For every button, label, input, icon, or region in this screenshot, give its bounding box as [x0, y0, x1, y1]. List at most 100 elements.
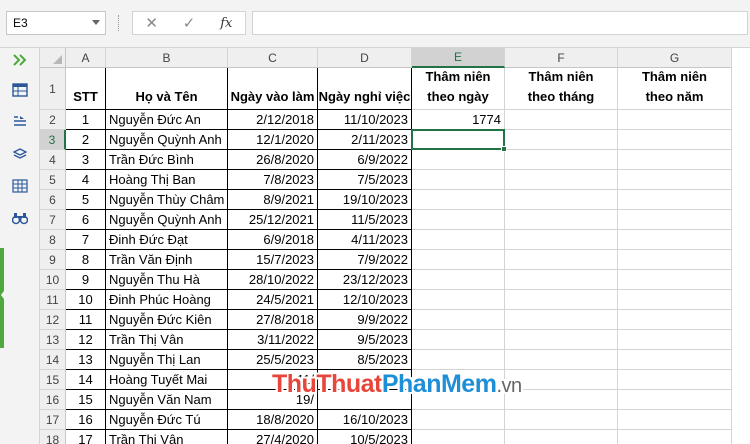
- cell-d8[interactable]: 4/11/2023: [318, 230, 412, 250]
- row-header-1[interactable]: 1: [40, 68, 66, 110]
- cell-c10[interactable]: 28/10/2022: [228, 270, 318, 290]
- header-tham-nien-ngay[interactable]: Thâm niên theo ngày: [412, 68, 505, 110]
- insert-function-icon[interactable]: fx: [208, 16, 245, 31]
- cell-f6[interactable]: [505, 190, 618, 210]
- cell-b8[interactable]: Đinh Đức Đạt: [106, 230, 228, 250]
- cell-b11[interactable]: Đinh Phúc Hoàng: [106, 290, 228, 310]
- cell-f18[interactable]: [505, 430, 618, 444]
- row-header-15[interactable]: 15: [40, 370, 66, 390]
- formula-bar-divider[interactable]: [118, 15, 120, 31]
- cell-d9[interactable]: 7/9/2022: [318, 250, 412, 270]
- column-header-g[interactable]: G: [618, 48, 732, 68]
- cell-g3[interactable]: [618, 130, 732, 150]
- cell-e5[interactable]: [412, 170, 505, 190]
- cell-b4[interactable]: Trần Đức Bình: [106, 150, 228, 170]
- column-header-d[interactable]: D: [318, 48, 412, 68]
- header-ngay-vao-lam[interactable]: Ngày vào làm: [228, 68, 318, 110]
- cell-e18[interactable]: [412, 430, 505, 444]
- cell-g5[interactable]: [618, 170, 732, 190]
- chevron-down-icon[interactable]: [92, 20, 100, 25]
- cell-a18[interactable]: 17: [66, 430, 106, 444]
- column-header-c[interactable]: C: [228, 48, 318, 68]
- cell-g2[interactable]: [618, 110, 732, 130]
- cell-g8[interactable]: [618, 230, 732, 250]
- cell-a7[interactable]: 6: [66, 210, 106, 230]
- row-header-5[interactable]: 5: [40, 170, 66, 190]
- cell-b7[interactable]: Nguyễn Quỳnh Anh: [106, 210, 228, 230]
- cell-c7[interactable]: 25/12/2021: [228, 210, 318, 230]
- cell-d10[interactable]: 23/12/2023: [318, 270, 412, 290]
- row-header-17[interactable]: 17: [40, 410, 66, 430]
- cell-f10[interactable]: [505, 270, 618, 290]
- cell-a11[interactable]: 10: [66, 290, 106, 310]
- cell-d11[interactable]: 12/10/2023: [318, 290, 412, 310]
- cell-b3[interactable]: Nguyễn Quỳnh Anh: [106, 130, 228, 150]
- cell-d18[interactable]: 10/5/2023: [318, 430, 412, 444]
- cell-e7[interactable]: [412, 210, 505, 230]
- cell-g9[interactable]: [618, 250, 732, 270]
- cell-c3[interactable]: 12/1/2020: [228, 130, 318, 150]
- column-header-b[interactable]: B: [106, 48, 228, 68]
- cell-a13[interactable]: 12: [66, 330, 106, 350]
- cell-e17[interactable]: [412, 410, 505, 430]
- cell-e6[interactable]: [412, 190, 505, 210]
- cell-f13[interactable]: [505, 330, 618, 350]
- row-header-7[interactable]: 7: [40, 210, 66, 230]
- cell-c13[interactable]: 3/11/2022: [228, 330, 318, 350]
- table-icon[interactable]: [11, 82, 29, 98]
- cell-d7[interactable]: 11/5/2023: [318, 210, 412, 230]
- row-header-8[interactable]: 8: [40, 230, 66, 250]
- cell-b13[interactable]: Trần Thị Vân: [106, 330, 228, 350]
- cell-d3[interactable]: 2/11/2023: [318, 130, 412, 150]
- cell-g12[interactable]: [618, 310, 732, 330]
- cell-f2[interactable]: [505, 110, 618, 130]
- cell-g4[interactable]: [618, 150, 732, 170]
- cell-d13[interactable]: 9/5/2023: [318, 330, 412, 350]
- enter-icon[interactable]: ✓: [170, 14, 207, 32]
- header-stt[interactable]: STT: [66, 68, 106, 110]
- row-header-9[interactable]: 9: [40, 250, 66, 270]
- cell-a2[interactable]: 1: [66, 110, 106, 130]
- fill-handle[interactable]: [501, 146, 507, 152]
- cancel-icon[interactable]: ✕: [133, 14, 170, 32]
- row-header-10[interactable]: 10: [40, 270, 66, 290]
- cell-c8[interactable]: 6/9/2018: [228, 230, 318, 250]
- header-tham-nien-thang[interactable]: Thâm niên theo tháng: [505, 68, 618, 110]
- row-header-16[interactable]: 16: [40, 390, 66, 410]
- row-header-18[interactable]: 18: [40, 430, 66, 444]
- cell-b17[interactable]: Nguyễn Đức Tú: [106, 410, 228, 430]
- cell-c2[interactable]: 2/12/2018: [228, 110, 318, 130]
- cell-d12[interactable]: 9/9/2022: [318, 310, 412, 330]
- cell-g7[interactable]: [618, 210, 732, 230]
- column-header-e[interactable]: E: [412, 48, 505, 68]
- name-box[interactable]: E3: [6, 11, 106, 35]
- cell-f3[interactable]: [505, 130, 618, 150]
- cell-b16[interactable]: Nguyễn Văn Nam: [106, 390, 228, 410]
- column-header-f[interactable]: F: [505, 48, 618, 68]
- header-tham-nien-nam[interactable]: Thâm niên theo năm: [618, 68, 732, 110]
- cell-a4[interactable]: 3: [66, 150, 106, 170]
- cell-e8[interactable]: [412, 230, 505, 250]
- cell-f11[interactable]: [505, 290, 618, 310]
- cell-e12[interactable]: [412, 310, 505, 330]
- cell-e9[interactable]: [412, 250, 505, 270]
- cell-e13[interactable]: [412, 330, 505, 350]
- cell-b5[interactable]: Hoàng Thị Ban: [106, 170, 228, 190]
- cell-c5[interactable]: 7/8/2023: [228, 170, 318, 190]
- header-ngay-nghi-viec[interactable]: Ngày nghỉ việc: [318, 68, 412, 110]
- cell-a17[interactable]: 16: [66, 410, 106, 430]
- grid-icon[interactable]: [11, 178, 29, 194]
- cell-d4[interactable]: 6/9/2022: [318, 150, 412, 170]
- cell-b9[interactable]: Trần Văn Định: [106, 250, 228, 270]
- cell-a8[interactable]: 7: [66, 230, 106, 250]
- cell-b6[interactable]: Nguyễn Thùy Châm: [106, 190, 228, 210]
- layers-icon[interactable]: [11, 146, 29, 162]
- cell-c14[interactable]: 25/5/2023: [228, 350, 318, 370]
- cell-a14[interactable]: 13: [66, 350, 106, 370]
- cell-e10[interactable]: [412, 270, 505, 290]
- column-header-a[interactable]: A: [66, 48, 106, 68]
- cell-c17[interactable]: 18/8/2020: [228, 410, 318, 430]
- row-header-6[interactable]: 6: [40, 190, 66, 210]
- row-header-3[interactable]: 3: [40, 130, 66, 150]
- row-header-12[interactable]: 12: [40, 310, 66, 330]
